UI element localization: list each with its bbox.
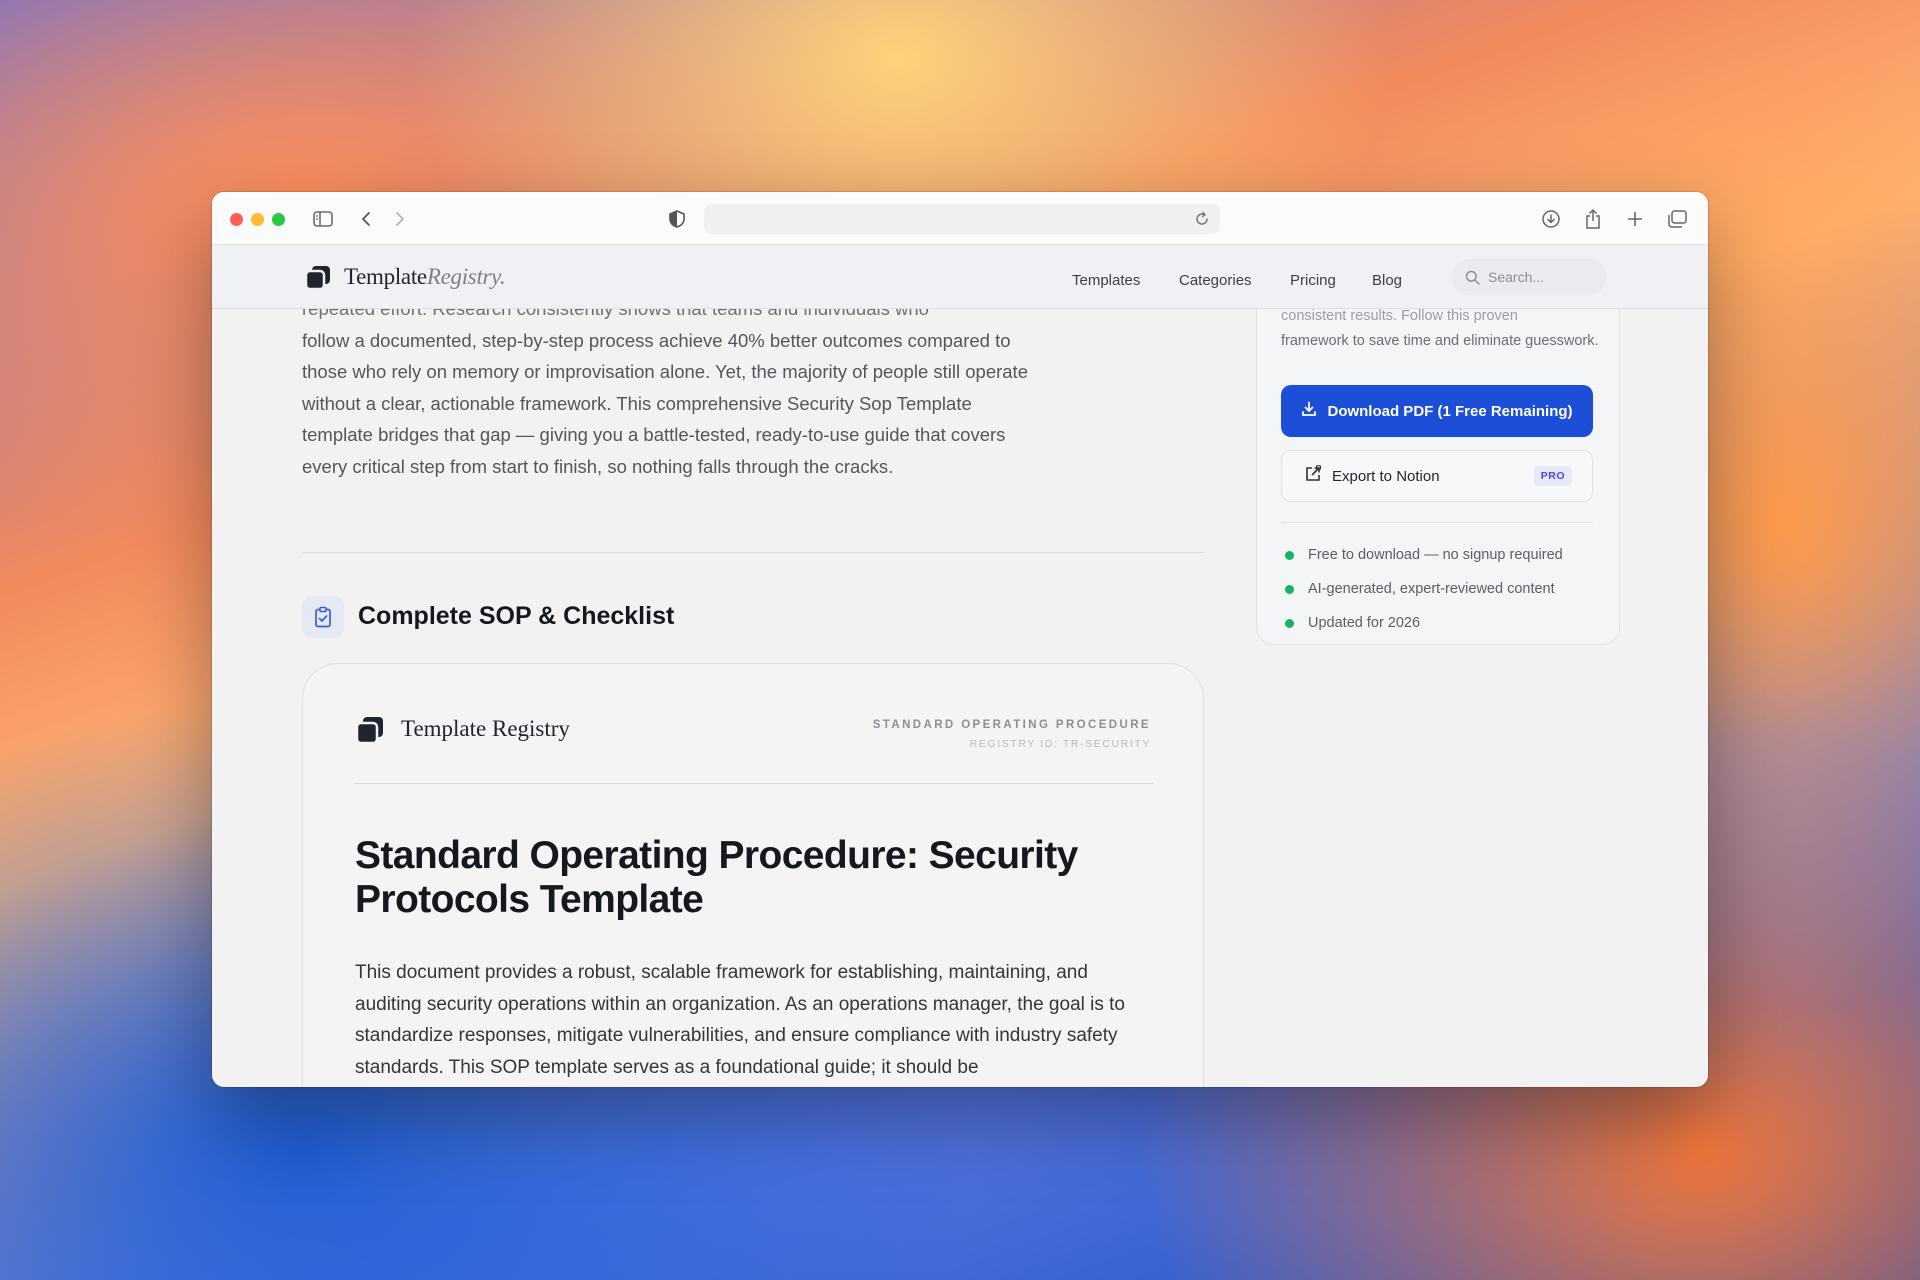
sidebar-toggle-icon[interactable] bbox=[311, 207, 335, 231]
sidebar-divider bbox=[1281, 522, 1593, 523]
nav-blog[interactable]: Blog bbox=[1372, 272, 1402, 289]
intro-partial-line: repeated effort. Research consistently s… bbox=[302, 309, 1032, 325]
document-preview-card: Template Registry STANDARD OPERATING PRO… bbox=[302, 663, 1204, 1087]
search-icon bbox=[1465, 270, 1480, 285]
site-logo-icon[interactable] bbox=[304, 265, 332, 291]
minimize-window-button[interactable] bbox=[251, 213, 264, 226]
document-title: Standard Operating Procedure: Security P… bbox=[355, 834, 1078, 921]
share-icon[interactable] bbox=[1581, 207, 1605, 231]
green-dot-icon bbox=[1285, 550, 1294, 560]
search-placeholder: Search... bbox=[1488, 269, 1545, 285]
site-header: TemplateRegistry. Templates Categories P… bbox=[212, 245, 1708, 309]
close-window-button[interactable] bbox=[230, 213, 243, 226]
browser-window: repeated effort. Research consistently s… bbox=[212, 192, 1708, 1087]
document-body: This document provides a robust, scalabl… bbox=[355, 962, 1125, 1078]
feature-text: AI-generated, expert-reviewed content bbox=[1308, 581, 1555, 597]
external-export-icon bbox=[1304, 465, 1322, 487]
registry-id-label: REGISTRY ID: TR-SECURITY bbox=[969, 738, 1151, 750]
sidebar-desc-partial: consistent results. Follow this proven bbox=[1281, 309, 1518, 324]
intro-text: follow a documented, step-by-step proces… bbox=[302, 329, 1028, 477]
feature-text: Updated for 2026 bbox=[1308, 615, 1421, 631]
green-dot-icon bbox=[1285, 618, 1294, 628]
privacy-shield-icon[interactable] bbox=[665, 207, 689, 231]
export-to-notion-button[interactable]: Export to Notion PRO bbox=[1281, 450, 1593, 502]
logo-italic-word: Registry. bbox=[426, 264, 506, 289]
download-sidebar-card: consistent results. Follow this proven f… bbox=[1256, 309, 1620, 645]
document-header-divider bbox=[355, 783, 1153, 784]
site-logo-text[interactable]: TemplateRegistry. bbox=[344, 264, 506, 290]
export-to-notion-label: Export to Notion bbox=[1332, 467, 1440, 485]
green-dot-icon bbox=[1285, 584, 1294, 594]
section-divider bbox=[302, 552, 1204, 553]
forward-icon[interactable] bbox=[388, 207, 412, 231]
intro-paragraph: repeated effort. Research consistently s… bbox=[302, 309, 1032, 482]
feature-item: AI-generated, expert-reviewed content bbox=[1281, 581, 1555, 597]
document-type-label: STANDARD OPERATING PROCEDURE bbox=[872, 719, 1151, 731]
section-title: Complete SOP & Checklist bbox=[358, 602, 675, 630]
site-search-input[interactable]: Search... bbox=[1451, 259, 1607, 295]
document-logo-text: Template Registry bbox=[401, 716, 570, 741]
sidebar-description: consistent results. Follow this proven f… bbox=[1281, 309, 1601, 354]
feature-item: Free to download — no signup required bbox=[1281, 547, 1563, 563]
feature-text: Free to download — no signup required bbox=[1308, 547, 1563, 563]
tab-overview-icon[interactable] bbox=[1665, 207, 1689, 231]
nav-categories[interactable]: Categories bbox=[1179, 272, 1252, 289]
logo-word: Template bbox=[344, 264, 427, 289]
download-pdf-label: Download PDF (1 Free Remaining) bbox=[1327, 402, 1573, 420]
nav-templates[interactable]: Templates bbox=[1072, 272, 1140, 289]
document-logo-icon bbox=[355, 716, 385, 745]
pro-badge: PRO bbox=[1533, 466, 1572, 486]
download-pdf-button[interactable]: Download PDF (1 Free Remaining) bbox=[1281, 385, 1593, 437]
clipboard-check-icon bbox=[302, 596, 344, 638]
new-tab-icon[interactable] bbox=[1623, 207, 1647, 231]
address-bar[interactable] bbox=[704, 204, 1220, 234]
downloads-icon[interactable] bbox=[1539, 207, 1563, 231]
feature-item: Updated for 2026 bbox=[1281, 615, 1420, 631]
zoom-window-button[interactable] bbox=[272, 213, 285, 226]
back-icon[interactable] bbox=[354, 207, 378, 231]
page-content: repeated effort. Research consistently s… bbox=[212, 309, 1708, 1087]
nav-pricing[interactable]: Pricing bbox=[1290, 272, 1336, 289]
sidebar-desc-text: framework to save time and eliminate gue… bbox=[1281, 333, 1599, 349]
reload-icon[interactable] bbox=[1194, 210, 1210, 233]
browser-toolbar bbox=[212, 192, 1708, 245]
download-icon bbox=[1301, 401, 1317, 421]
